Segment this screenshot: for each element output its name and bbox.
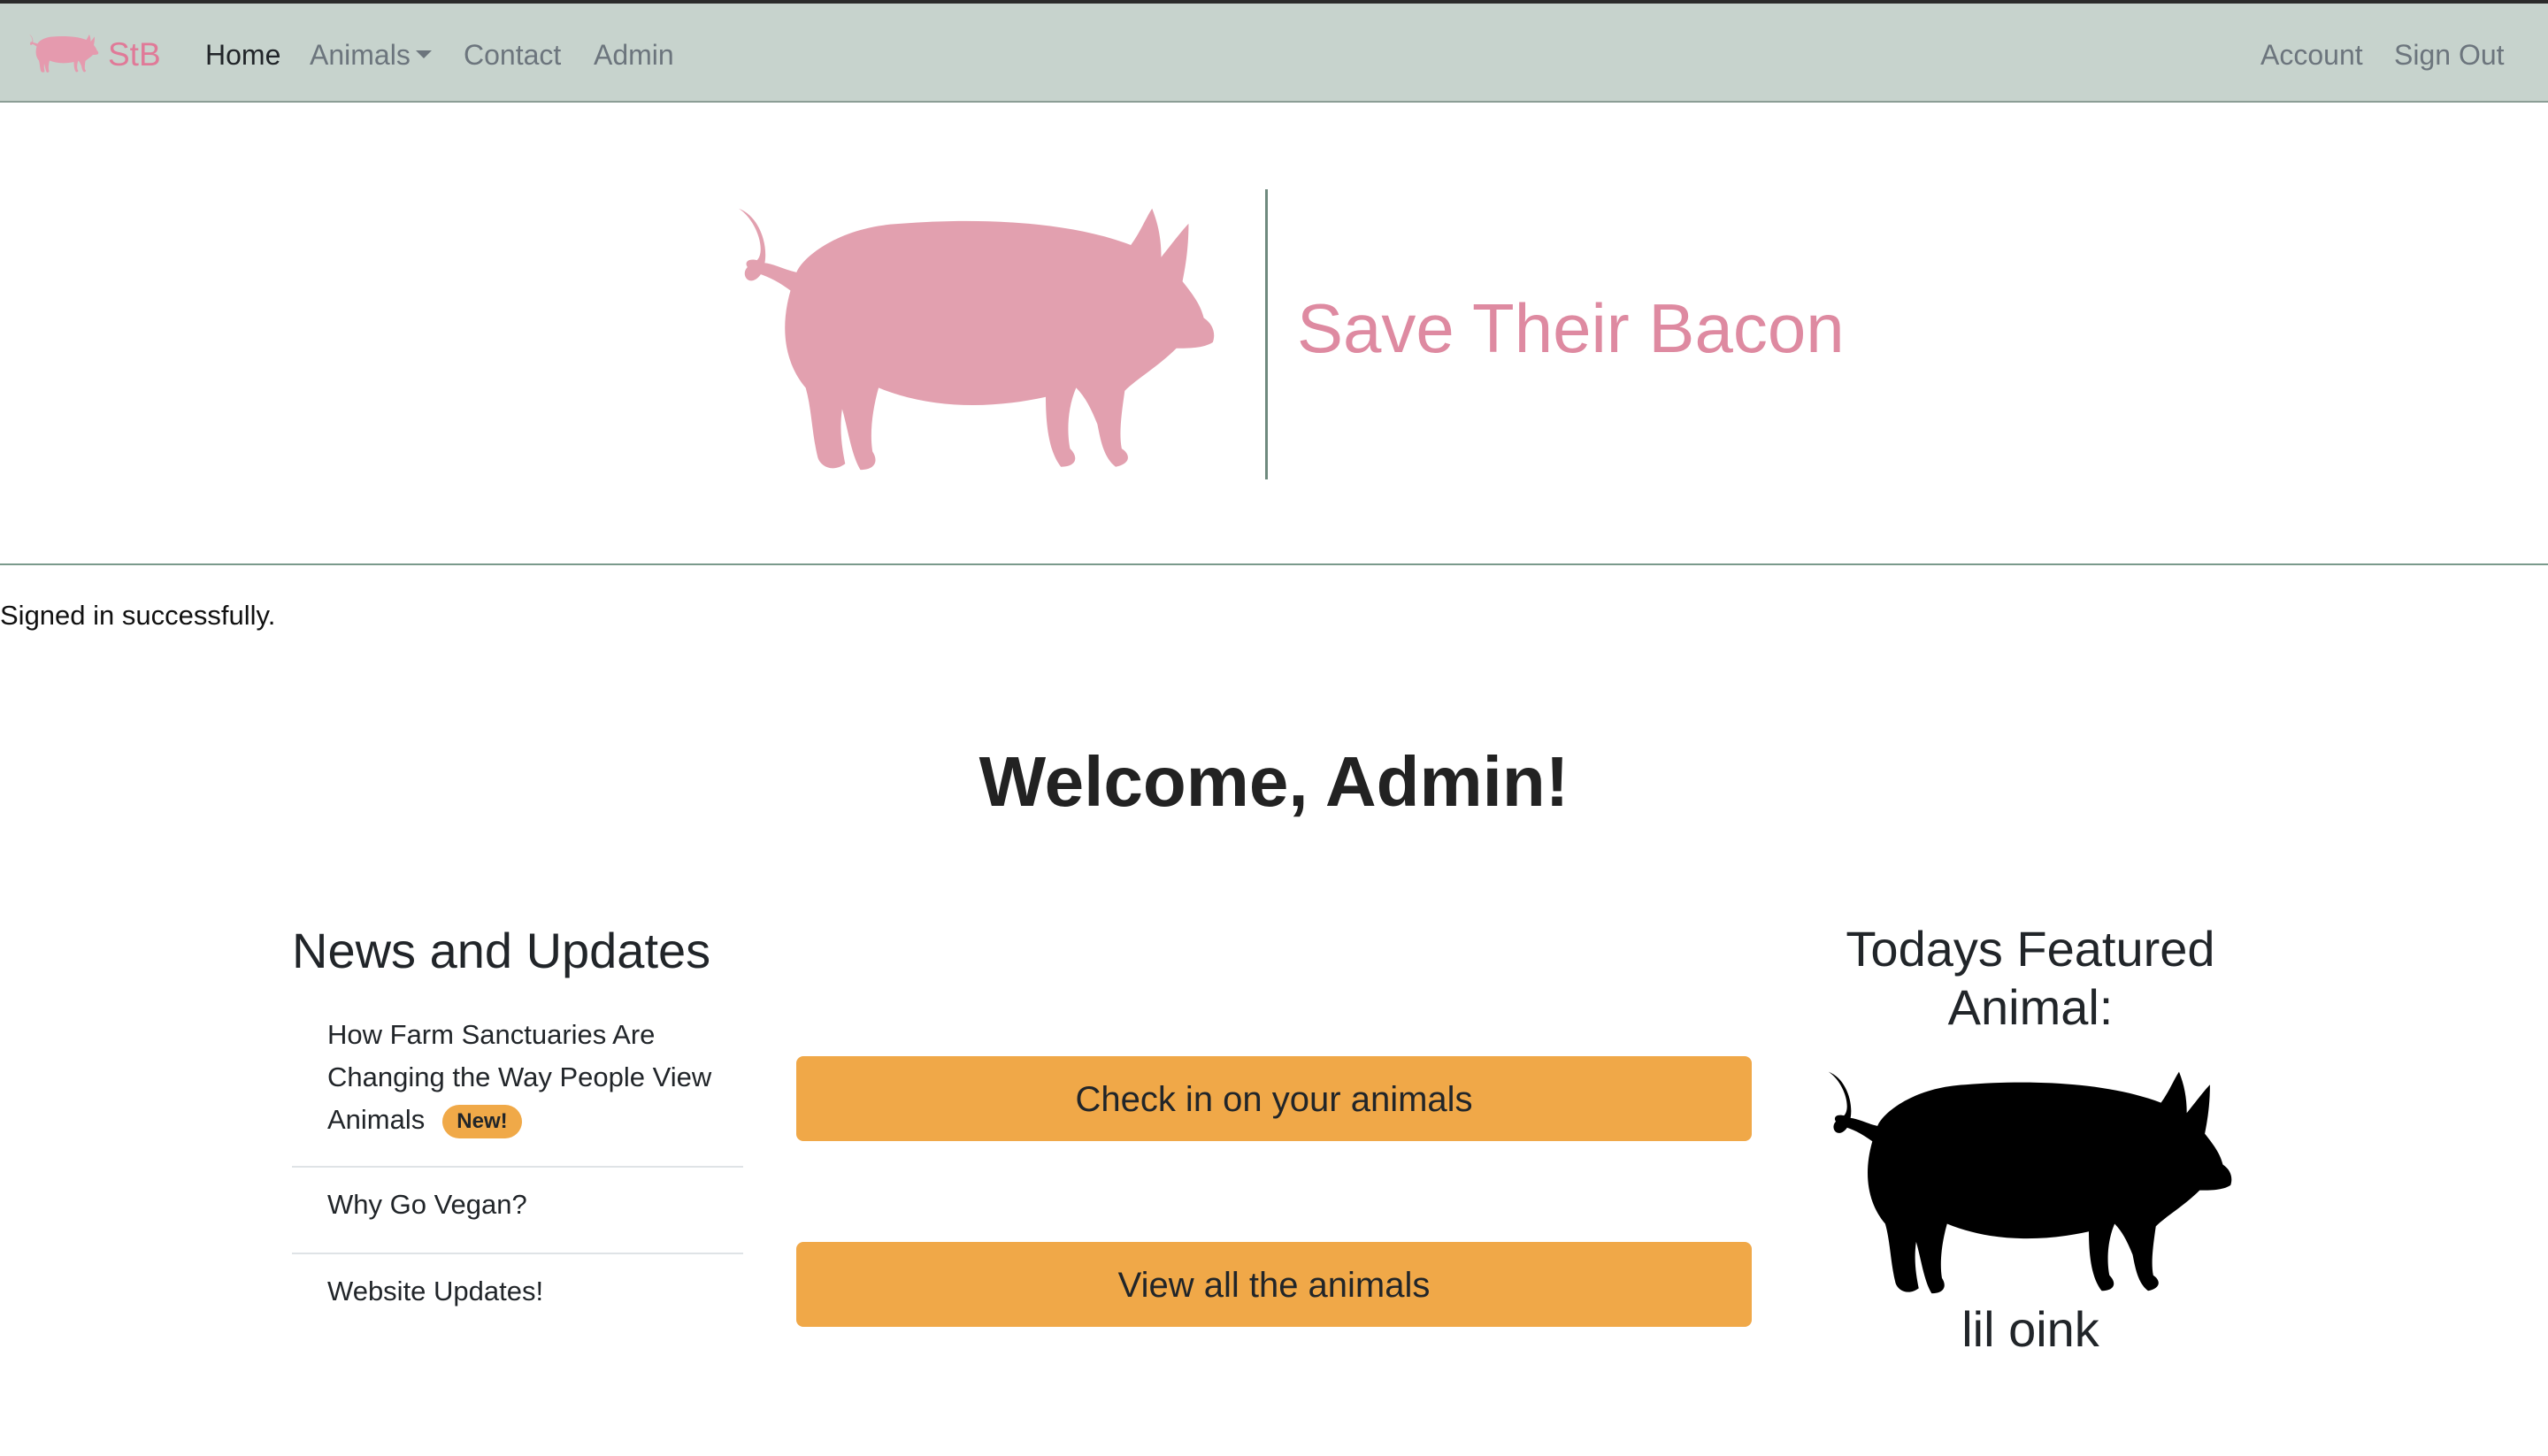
nav-home[interactable]: Home bbox=[205, 35, 280, 74]
nav-animals-dropdown[interactable]: Animals bbox=[310, 35, 432, 74]
nav-account[interactable]: Account bbox=[2260, 35, 2363, 74]
brand-name: StB bbox=[108, 36, 161, 73]
flash-notice: Signed in successfully. bbox=[0, 600, 276, 631]
news-item-website-updates[interactable]: Website Updates! bbox=[292, 1253, 743, 1339]
check-in-animals-button[interactable]: Check in on your animals bbox=[796, 1056, 1752, 1141]
news-item-label: Website Updates! bbox=[327, 1276, 544, 1307]
news-list: How Farm Sanctuaries Are Changing the Wa… bbox=[292, 1014, 743, 1339]
featured-animal-image[interactable] bbox=[1808, 1061, 2251, 1299]
hero-pig-image bbox=[739, 208, 1215, 471]
brand-link[interactable]: StB bbox=[28, 25, 161, 85]
welcome-heading: Welcome, Admin! bbox=[979, 742, 1569, 821]
nav-admin[interactable]: Admin bbox=[594, 35, 674, 74]
caret-down-icon bbox=[415, 50, 432, 59]
news-heading: News and Updates bbox=[292, 923, 711, 978]
top-navbar: StB Home Animals Contact Admin Account S… bbox=[0, 0, 2548, 103]
featured-animal-name[interactable]: lil oink bbox=[1805, 1299, 2256, 1360]
news-item-why-go-vegan[interactable]: Why Go Vegan? bbox=[292, 1166, 743, 1253]
new-badge: New! bbox=[442, 1104, 522, 1138]
site-title: Save Their Bacon bbox=[1297, 289, 1845, 367]
pig-icon bbox=[29, 34, 99, 73]
view-all-animals-button[interactable]: View all the animals bbox=[796, 1242, 1752, 1327]
news-item-label: Why Go Vegan? bbox=[327, 1189, 527, 1220]
news-item-farm-sanctuaries[interactable]: How Farm Sanctuaries Are Changing the Wa… bbox=[292, 1014, 743, 1166]
nav-sign-out[interactable]: Sign Out bbox=[2394, 35, 2505, 74]
hero-divider bbox=[1265, 189, 1268, 479]
featured-heading: Todays Featured Animal: bbox=[1846, 921, 2215, 1035]
nav-animals-label: Animals bbox=[310, 39, 411, 71]
header-rule bbox=[0, 563, 2548, 565]
nav-contact[interactable]: Contact bbox=[464, 35, 561, 74]
